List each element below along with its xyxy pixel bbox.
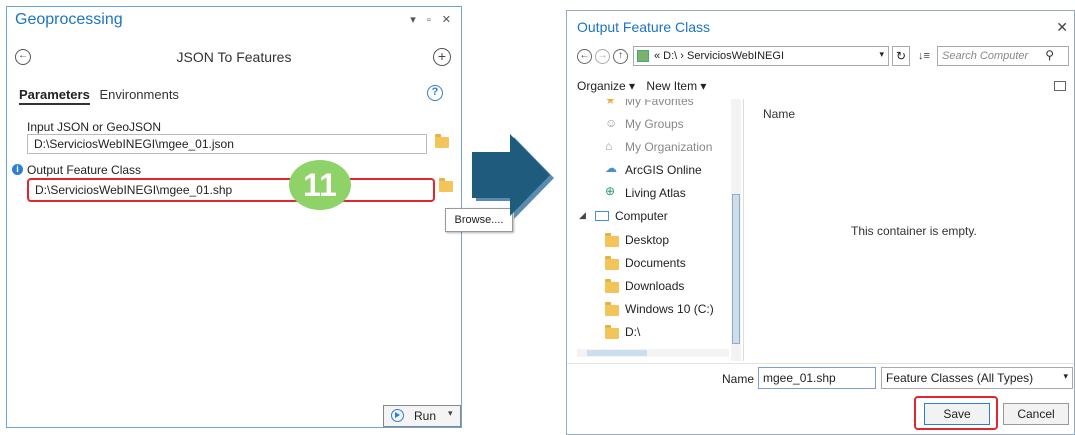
tab-parameters[interactable]: Parameters: [19, 87, 90, 105]
browse-folder-icon[interactable]: [439, 178, 453, 192]
play-icon: [391, 409, 404, 422]
folder-icon: [605, 233, 619, 247]
help-icon[interactable]: ?: [427, 85, 443, 101]
organize-menu[interactable]: Organize ▾: [577, 79, 635, 93]
search-placeholder: Search Computer: [942, 50, 1029, 62]
dialog-title: Output Feature Class: [577, 19, 711, 35]
folder-icon: [605, 256, 619, 270]
input-json-field[interactable]: D:\ServiciosWebINEGI\mgee_01.json: [27, 134, 427, 154]
search-icon[interactable]: ⚲: [1045, 48, 1054, 62]
file-type-value: Feature Classes (All Types): [886, 371, 1034, 385]
sort-button[interactable]: ↓≡: [913, 46, 935, 66]
nav-item-label: ArcGIS Online: [625, 163, 702, 177]
scrollbar-thumb[interactable]: [732, 194, 740, 344]
tool-tabs: Parameters Environments: [19, 87, 179, 105]
run-button[interactable]: Run ▾: [383, 405, 461, 427]
output-feature-class-field[interactable]: D:\ServiciosWebINEGI\mgee_01.shp: [27, 178, 435, 202]
right-arrow-icon: [472, 134, 554, 219]
output-feature-class-dialog: Output Feature Class ✕ ← → ↑ « D:\ › Ser…: [566, 10, 1075, 435]
computer-icon: [595, 211, 609, 221]
nav-item-label: Computer: [615, 209, 668, 223]
scrollbar-thumb[interactable]: [587, 350, 647, 356]
address-path: « D:\ › ServiciosWebINEGI: [654, 50, 784, 62]
tool-title: JSON To Features: [176, 49, 292, 65]
search-input[interactable]: Search Computer ⚲: [937, 46, 1069, 66]
pane-title: Geoprocessing: [15, 11, 123, 28]
empty-container-message: This container is empty.: [851, 224, 977, 238]
address-bar[interactable]: « D:\ › ServiciosWebINEGI ▾: [633, 46, 889, 66]
window-controls[interactable]: ▾ ▫ ✕: [410, 13, 455, 26]
chevron-down-icon[interactable]: ▾: [448, 408, 453, 419]
refresh-button[interactable]: ↻: [892, 46, 910, 66]
info-icon: i: [12, 164, 23, 175]
nav-item-label: Desktop: [625, 233, 670, 247]
nav-item-label: My Groups: [625, 117, 684, 131]
nav-item-label: Documents: [625, 256, 686, 270]
location-icon: [637, 50, 649, 62]
chevron-down-icon[interactable]: ▾: [879, 49, 884, 60]
run-label: Run: [414, 409, 437, 423]
output-feature-class-label: Output Feature Class: [27, 163, 142, 177]
file-type-select[interactable]: Feature Classes (All Types) ▾: [881, 367, 1073, 389]
cloud-icon: ☁: [605, 161, 617, 175]
new-item-menu[interactable]: New Item ▾: [646, 79, 706, 93]
divider: [567, 363, 1074, 364]
chevron-down-icon[interactable]: ▾: [1063, 371, 1068, 382]
folder-icon: [605, 302, 619, 316]
forward-icon[interactable]: →: [595, 49, 610, 64]
nav-item-label: D:\: [625, 325, 641, 339]
view-options-icon[interactable]: [1054, 81, 1066, 91]
atlas-icon: ⊕: [605, 184, 616, 198]
nav-item-label: My Favorites: [625, 99, 694, 108]
star-icon: ★: [605, 99, 616, 107]
organization-icon: ⌂: [605, 139, 613, 153]
horizontal-scrollbar[interactable]: [577, 349, 729, 357]
vertical-scrollbar[interactable]: [731, 99, 741, 361]
pane-divider: [743, 99, 744, 361]
nav-item-label: My Organization: [625, 140, 713, 154]
save-button[interactable]: Save: [924, 403, 990, 425]
step-number-badge: 11: [289, 160, 351, 210]
dialog-toolbar: Organize ▾ New Item ▾: [577, 79, 706, 93]
geoprocessing-pane: Geoprocessing ▾ ▫ ✕ ← JSON To Features +…: [6, 6, 462, 428]
pane-title-bar: Geoprocessing ▾ ▫ ✕: [7, 7, 461, 37]
folder-icon: [605, 279, 619, 293]
browse-folder-icon[interactable]: [435, 134, 449, 148]
nav-item-label: Windows 10 (C:): [625, 302, 714, 316]
input-json-label: Input JSON or GeoJSON: [27, 120, 162, 134]
group-icon: ☺: [605, 116, 618, 130]
navigation-pane: ★ My Favorites ☺ My Groups ⌂ My Organiza…: [577, 99, 741, 361]
name-label: Name: [722, 372, 755, 386]
nav-item-label: Downloads: [625, 279, 685, 293]
back-icon[interactable]: ←: [577, 49, 592, 64]
add-icon[interactable]: +: [433, 48, 451, 66]
folder-icon: [605, 325, 619, 339]
up-icon[interactable]: ↑: [613, 49, 628, 64]
tab-environments[interactable]: Environments: [99, 87, 178, 102]
collapse-triangle-icon[interactable]: ◢: [579, 210, 593, 221]
name-input[interactable]: mgee_01.shp: [758, 367, 876, 389]
close-icon[interactable]: ✕: [1056, 19, 1068, 36]
cancel-button[interactable]: Cancel: [1003, 403, 1069, 425]
nav-item-label: Living Atlas: [625, 186, 686, 200]
column-header-name[interactable]: Name: [763, 107, 795, 121]
